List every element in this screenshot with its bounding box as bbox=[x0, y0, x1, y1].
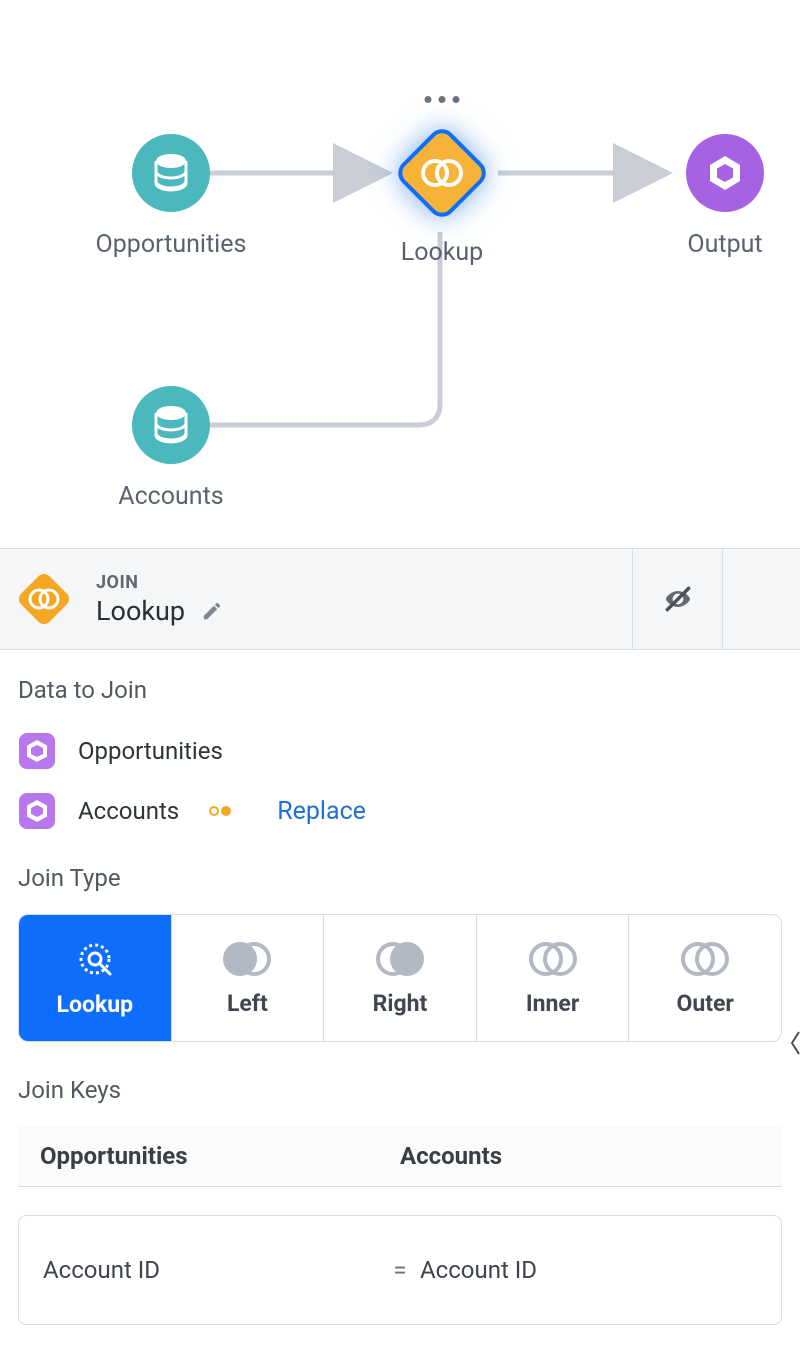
join-icon bbox=[14, 569, 74, 629]
panel-body: Data to Join Opportunities Accounts Repl… bbox=[0, 650, 800, 1325]
source-row: Opportunities bbox=[18, 726, 782, 776]
join-keys-header: Opportunities Accounts bbox=[18, 1126, 782, 1187]
node-overflow-menu[interactable] bbox=[425, 96, 460, 103]
source-name: Opportunities bbox=[78, 737, 223, 765]
join-type-outer[interactable]: Outer bbox=[629, 915, 781, 1041]
node-lookup[interactable]: Lookup bbox=[393, 124, 491, 267]
node-output[interactable]: Output bbox=[680, 134, 770, 259]
node-label: Accounts bbox=[86, 482, 256, 511]
join-type-group: Lookup Left Right Inner bbox=[18, 914, 782, 1042]
node-opportunities[interactable]: Opportunities bbox=[86, 134, 256, 259]
join-key-left: Account ID bbox=[43, 1256, 380, 1284]
node-label: Lookup bbox=[393, 238, 491, 267]
toggle-preview-button[interactable] bbox=[632, 549, 722, 649]
status-dots-icon bbox=[209, 806, 231, 816]
section-title-join-type: Join Type bbox=[18, 864, 782, 892]
source-row: Accounts Replace bbox=[18, 786, 782, 836]
venn-left-icon bbox=[221, 940, 273, 978]
join-keys-header-left: Opportunities bbox=[40, 1142, 400, 1170]
venn-right-icon bbox=[374, 940, 426, 978]
source-name: Accounts bbox=[78, 797, 179, 825]
venn-outer-icon bbox=[679, 940, 731, 978]
edit-name-button[interactable] bbox=[201, 600, 223, 622]
panel-header: JOIN Lookup bbox=[0, 548, 800, 650]
source-hex-icon bbox=[18, 732, 56, 770]
join-type-left[interactable]: Left bbox=[172, 915, 325, 1041]
section-title-data-to-join: Data to Join bbox=[18, 676, 782, 704]
section-title-join-keys: Join Keys bbox=[18, 1076, 782, 1104]
collapse-chevron-icon[interactable] bbox=[790, 1030, 800, 1056]
join-type-lookup[interactable]: Lookup bbox=[19, 915, 172, 1041]
join-type-right[interactable]: Right bbox=[324, 915, 477, 1041]
join-keys-header-right: Accounts bbox=[400, 1142, 760, 1170]
join-key-op: = bbox=[380, 1256, 420, 1284]
panel-name: Lookup bbox=[96, 595, 185, 627]
join-key-row[interactable]: Account ID = Account ID bbox=[18, 1215, 782, 1325]
lookup-type-icon bbox=[72, 939, 118, 979]
join-type-inner[interactable]: Inner bbox=[477, 915, 630, 1041]
source-hex-icon bbox=[18, 792, 56, 830]
venn-inner-icon bbox=[527, 940, 579, 978]
node-label: Output bbox=[680, 230, 770, 259]
panel-extra-button[interactable] bbox=[722, 549, 800, 649]
node-accounts[interactable]: Accounts bbox=[86, 386, 256, 511]
recipe-canvas[interactable]: Opportunities Accounts bbox=[0, 0, 800, 548]
panel-kicker: JOIN bbox=[96, 572, 223, 593]
node-label: Opportunities bbox=[86, 230, 256, 259]
eye-off-icon bbox=[662, 583, 694, 615]
join-key-right: Account ID bbox=[420, 1256, 757, 1284]
replace-link[interactable]: Replace bbox=[277, 797, 366, 826]
